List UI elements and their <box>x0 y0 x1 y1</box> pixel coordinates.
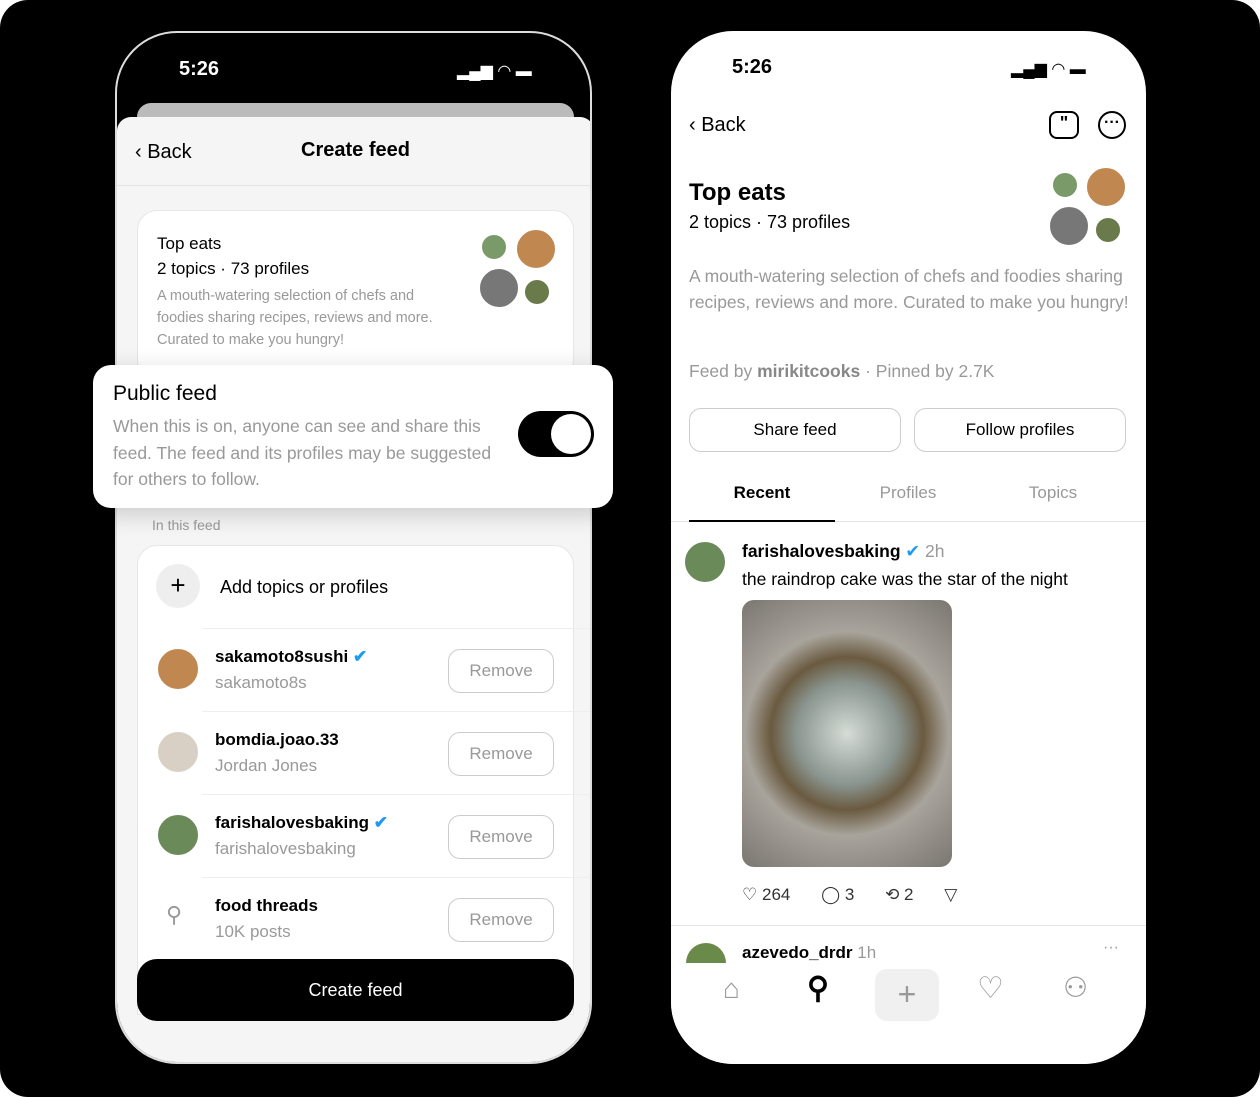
item-sub: farishalovesbaking <box>215 839 356 858</box>
quote-icon[interactable]: " <box>1049 111 1079 139</box>
item-name: sakamoto8sushi <box>215 647 349 666</box>
avatar <box>156 730 200 774</box>
avatar <box>523 278 551 306</box>
feed-description: A mouth-watering selection of chefs and … <box>157 288 433 348</box>
more-icon[interactable]: ··· <box>1103 939 1119 957</box>
tab-recent[interactable]: Recent <box>689 483 835 503</box>
feed-description: A mouth-watering selection of chefs and … <box>689 266 1129 312</box>
create-feed-button[interactable]: Create feed <box>137 959 574 1021</box>
status-icons: ▂▄▆ ◠ ▬ <box>1011 61 1086 78</box>
list-item: farishalovesbaking ✔ farishalovesbaking … <box>156 794 590 877</box>
search-icon: ⚲ <box>166 902 183 927</box>
bottom-nav: ⌂ ⚲ + ♡ ⚇ <box>671 963 1146 1064</box>
repost-icon[interactable]: ⟲ <box>885 885 899 904</box>
heart-icon[interactable]: ♡ <box>977 971 1004 1006</box>
verified-icon: ✔ <box>373 813 388 832</box>
tab-topics[interactable]: Topics <box>980 483 1126 503</box>
public-feed-title: Public feed <box>113 382 217 405</box>
post-username[interactable]: azevedo_drdr <box>742 943 853 962</box>
reply-count: 3 <box>844 885 855 904</box>
feed-byline: Feed by mirikitcooks · Pinned by 2.7K <box>689 361 995 381</box>
page-title: Create feed <box>301 139 410 161</box>
create-feed-phone: 5:26 ▂▄▆ ◠ ▬ ‹ Back Create feed Top eats… <box>115 31 592 1064</box>
avatar <box>1085 166 1127 208</box>
remove-button[interactable]: Remove <box>448 732 554 776</box>
post-time: 1h <box>857 943 877 962</box>
post-username[interactable]: farishalovesbaking <box>742 541 901 561</box>
item-name: farishalovesbaking <box>215 813 370 832</box>
verified-icon: ✔ <box>905 541 921 561</box>
repost-count: 2 <box>904 885 914 904</box>
add-label: Add topics or profiles <box>220 577 389 597</box>
public-feed-description: When this is on, anyone can see and shar… <box>113 416 492 489</box>
verified-icon: ✔ <box>352 647 368 666</box>
public-feed-card: Public feed When this is on, anyone can … <box>93 365 613 508</box>
author-link[interactable]: mirikitcooks <box>757 361 860 381</box>
public-feed-toggle[interactable] <box>518 411 594 457</box>
add-topics-button[interactable]: + Add topics or profiles <box>138 546 574 628</box>
active-tab-indicator <box>689 520 835 522</box>
search-icon[interactable]: ⚲ <box>807 971 829 1006</box>
post-image[interactable] <box>742 600 952 867</box>
avatar[interactable] <box>683 540 727 584</box>
post-text: the raindrop cake was the star of the ni… <box>742 569 1068 589</box>
avatar <box>1051 171 1079 199</box>
feed-items-list: + Add topics or profiles sakamoto8sushi … <box>137 545 590 1015</box>
tab-profiles[interactable]: Profiles <box>835 483 981 503</box>
avatar <box>515 228 557 270</box>
plus-icon: + <box>156 564 200 608</box>
like-icon[interactable]: ♡ <box>742 885 757 904</box>
avatar <box>156 813 200 857</box>
remove-button[interactable]: Remove <box>448 649 554 693</box>
follow-profiles-button[interactable]: Follow profiles <box>914 408 1126 452</box>
remove-button[interactable]: Remove <box>448 815 554 859</box>
item-sub: 10K posts <box>215 922 291 941</box>
back-label: Back <box>701 114 746 136</box>
profile-icon[interactable]: ⚇ <box>1063 971 1088 1004</box>
avatar <box>1094 216 1122 244</box>
feed-name: Top eats <box>157 234 222 253</box>
post-time: 2h <box>924 541 945 561</box>
item-sub: sakamoto8s <box>215 673 307 692</box>
status-time: 5:26 <box>732 56 773 78</box>
item-name: food threads <box>215 896 318 915</box>
by-prefix: Feed by <box>689 361 753 381</box>
share-feed-button[interactable]: Share feed <box>689 408 901 452</box>
list-item: bomdia.joao.33 Jordan Jones Remove <box>156 711 590 794</box>
status-icons: ▂▄▆ ◠ ▬ <box>457 63 532 80</box>
avatar <box>686 943 726 963</box>
reply-icon[interactable]: ◯ <box>821 885 840 904</box>
feed-detail-phone: 5:26 ▂▄▆ ◠ ▬ ‹ Back " ··· Top eats 2 top… <box>671 31 1146 1064</box>
item-sub: Jordan Jones <box>215 756 318 775</box>
pinned-count: Pinned by 2.7K <box>875 361 995 381</box>
back-button[interactable]: ‹ Back <box>689 114 746 137</box>
avatar <box>480 233 508 261</box>
create-icon[interactable]: + <box>875 969 939 1021</box>
create-feed-sheet: ‹ Back Create feed Top eats 2 topics · 7… <box>117 117 590 1062</box>
post-actions: ♡ 264 ◯ 3 ⟲ 2 ▽ <box>742 885 957 905</box>
home-icon[interactable]: ⌂ <box>723 973 740 1005</box>
remove-button[interactable]: Remove <box>448 898 554 942</box>
list-item: sakamoto8sushi ✔ sakamoto8s Remove <box>156 628 590 711</box>
more-icon[interactable]: ··· <box>1098 111 1126 139</box>
feed-name: Top eats <box>689 179 786 206</box>
avatar <box>1048 205 1090 247</box>
avatar <box>156 647 200 691</box>
like-count: 264 <box>761 885 791 904</box>
toggle-knob <box>551 414 591 454</box>
status-time: 5:26 <box>179 58 220 80</box>
feed-meta: 2 topics · 73 profiles <box>689 212 851 232</box>
section-label: In this feed <box>152 517 221 533</box>
item-name: bomdia.joao.33 <box>215 730 339 749</box>
share-icon[interactable]: ▽ <box>944 885 957 904</box>
avatar <box>478 267 520 309</box>
list-item: ⚲ food threads 10K posts Remove <box>166 877 590 960</box>
feed-meta: 2 topics · 73 profiles <box>157 259 310 278</box>
feed-summary-card: Top eats 2 topics · 73 profiles A mouth-… <box>137 210 574 380</box>
